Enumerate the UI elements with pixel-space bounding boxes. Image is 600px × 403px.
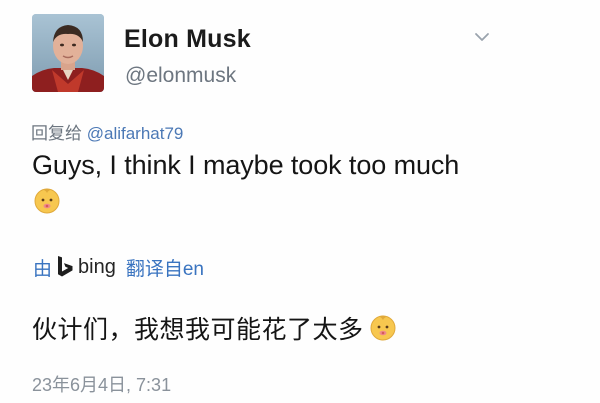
- profile-photo: [32, 14, 104, 92]
- tweet-text: Guys, I think I maybe took too much: [32, 150, 460, 180]
- display-name[interactable]: Elon Musk: [124, 25, 251, 54]
- bing-label[interactable]: bing: [78, 256, 116, 279]
- baby-face-icon: [33, 186, 61, 214]
- translated-from-link[interactable]: 翻译自en: [126, 254, 204, 281]
- avatar[interactable]: [32, 14, 104, 92]
- bing-logo-icon[interactable]: [56, 255, 74, 279]
- chevron-down-icon[interactable]: [471, 26, 493, 48]
- reply-mention-link[interactable]: @alifarhat79: [87, 124, 184, 143]
- translated-text: 伙计们，我想我可能花了太多: [32, 316, 364, 344]
- reply-prefix: 回复给: [31, 124, 87, 143]
- translated-by-label: 由: [33, 258, 53, 280]
- reply-to-line: 回复给 @alifarhat79: [31, 119, 183, 144]
- timestamp[interactable]: 23年6月4日, 7:31: [32, 371, 171, 397]
- handle[interactable]: @elonmusk: [125, 64, 236, 88]
- translation-bar: 由 bing 翻译自en: [33, 253, 204, 281]
- tweet-card: Elon Musk @elonmusk 回复给 @alifarhat79 Guy…: [0, 0, 600, 403]
- baby-face-icon: [369, 313, 397, 341]
